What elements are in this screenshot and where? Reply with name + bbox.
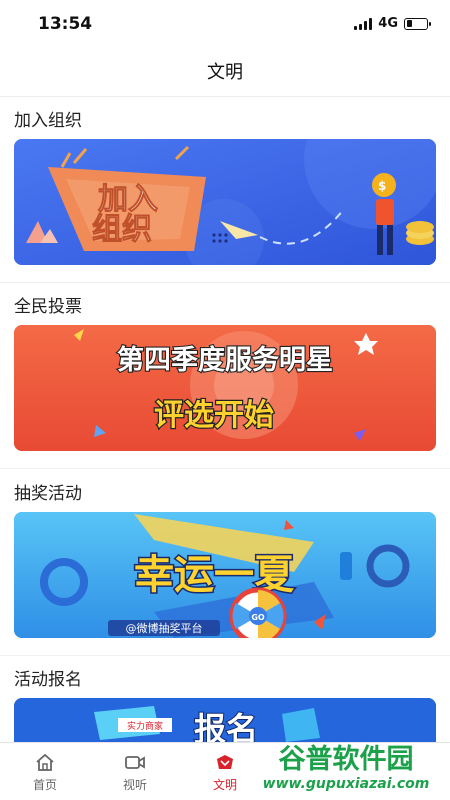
wheel-go-label: GO <box>251 613 265 622</box>
status-bar: 13:54 4G <box>0 0 450 48</box>
tab-civilization-label: 文明 <box>212 778 237 792</box>
lottery-banner[interactable]: 幸运一夏 @微博抽奖平台 GO <box>14 512 436 638</box>
civilization-icon <box>217 755 233 769</box>
tab-video-label: 视听 <box>122 778 147 792</box>
section-title-lottery: 抽奖活动 <box>14 484 82 504</box>
home-icon <box>36 753 54 771</box>
tab-video[interactable]: 视听 <box>90 743 180 800</box>
tab-home[interactable]: 首页 <box>0 743 90 800</box>
section-title-join: 加入组织 <box>14 111 82 131</box>
section-divider <box>0 468 450 469</box>
banner4-tag: 实力商家 <box>127 720 163 732</box>
tab-home-label: 首页 <box>32 778 57 792</box>
watermark-title: 谷普软件园 <box>279 743 414 775</box>
section-divider <box>0 282 450 283</box>
section-divider <box>0 655 450 656</box>
banner2-line1: 第四季度服务明星 <box>117 344 333 376</box>
signal-icon <box>354 17 373 30</box>
nav-divider <box>0 96 450 97</box>
network-label: 4G <box>378 16 398 31</box>
site-watermark: 谷普软件园 www.gupuxiazai.com <box>261 742 430 794</box>
banner2-line2: 评选开始 <box>154 398 274 433</box>
status-indicators: 4G <box>354 16 431 31</box>
vote-banner[interactable]: 第四季度服务明星 评选开始 <box>14 325 436 451</box>
svg-text:$: $ <box>378 179 386 193</box>
banner1-text-bottom: 组织 <box>92 212 152 247</box>
page-title: 文明 <box>207 62 243 83</box>
battery-icon <box>404 17 431 30</box>
status-time: 13:54 <box>38 14 93 34</box>
section-title-signup: 活动报名 <box>14 670 82 690</box>
banner3-subtitle: @微博抽奖平台 <box>126 621 203 635</box>
battery-level <box>406 20 413 27</box>
watermark-url: www.gupuxiazai.com <box>263 776 430 792</box>
join-organization-banner[interactable]: 加入 组织 $ <box>14 139 436 265</box>
section-title-vote: 全民投票 <box>14 297 82 317</box>
video-icon <box>125 756 145 769</box>
